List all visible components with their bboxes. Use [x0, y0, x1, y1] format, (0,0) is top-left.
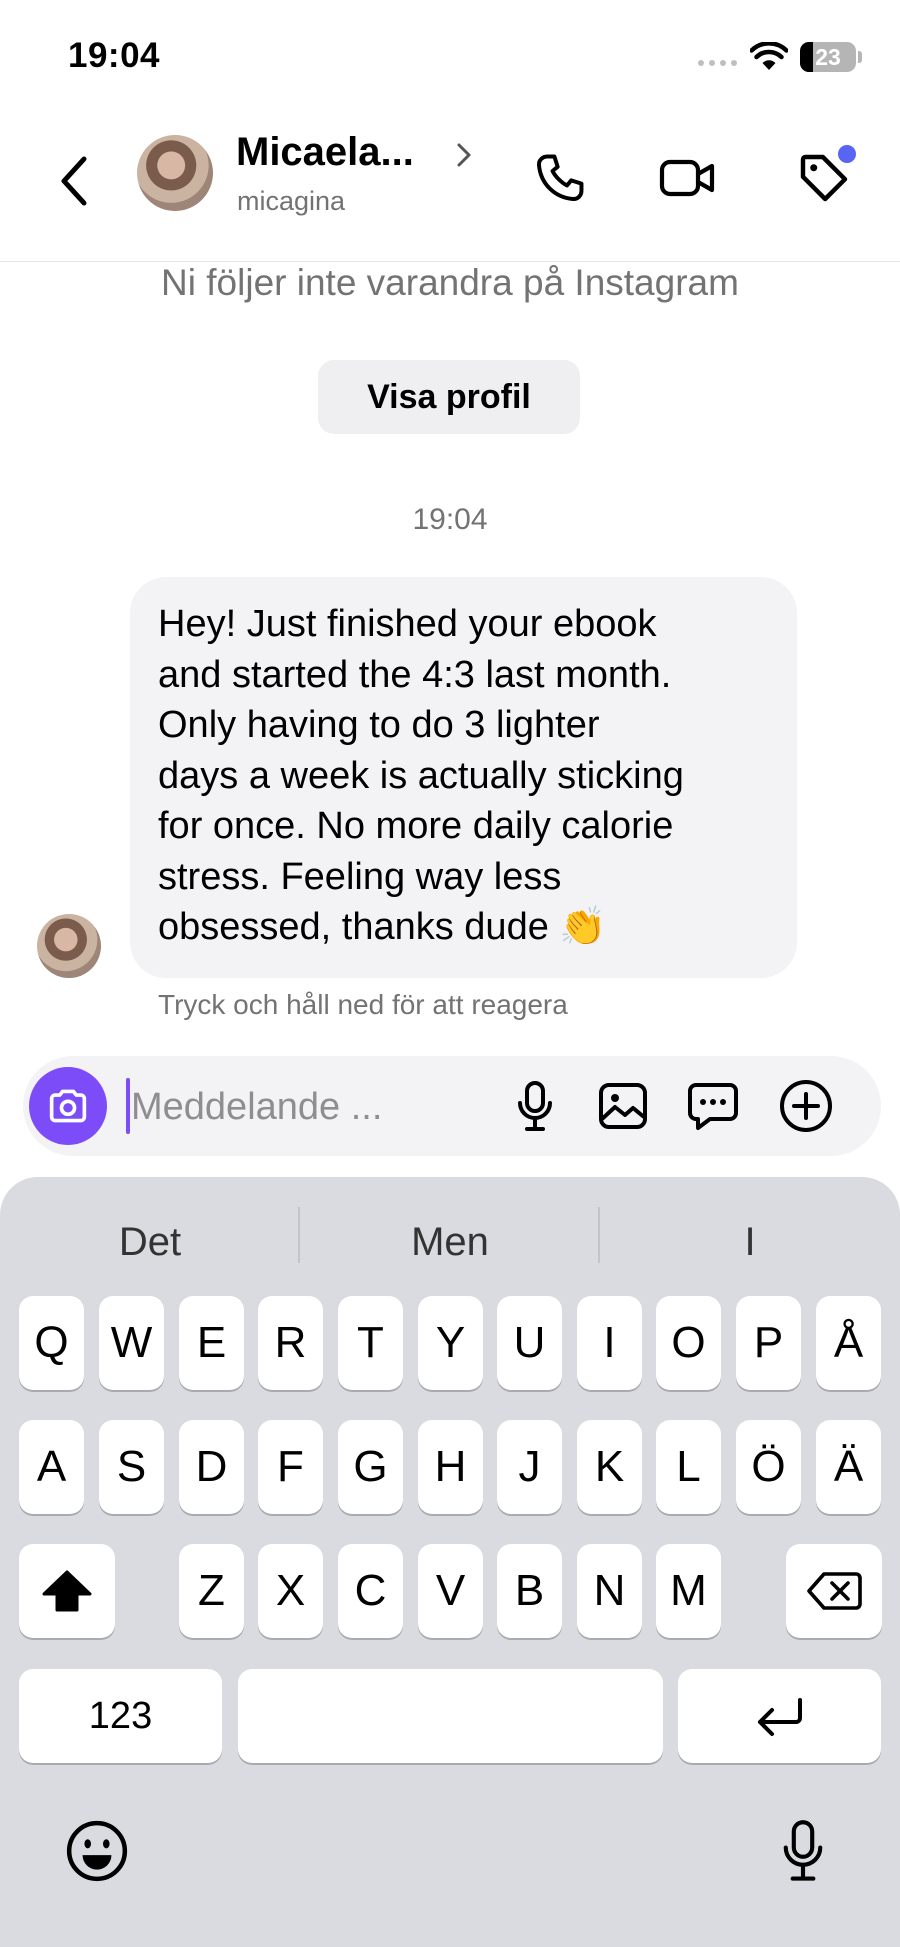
emoji-button[interactable]: [62, 1816, 132, 1886]
key[interactable]: V: [418, 1544, 483, 1638]
key[interactable]: D: [179, 1420, 244, 1514]
notification-dot: [838, 145, 856, 163]
sender-avatar[interactable]: [37, 914, 101, 978]
key[interactable]: H: [418, 1420, 483, 1514]
message-line: and started the 4:3 last month.: [158, 653, 672, 696]
shift-arrow-icon: [42, 1570, 92, 1612]
chevron-right-icon[interactable]: [456, 142, 472, 168]
view-profile-button[interactable]: Visa profil: [318, 360, 580, 434]
return-key[interactable]: [678, 1669, 881, 1763]
contact-avatar[interactable]: [137, 135, 213, 211]
key[interactable]: R: [258, 1296, 323, 1390]
backspace-icon: [807, 1572, 862, 1610]
key[interactable]: P: [736, 1296, 801, 1390]
contact-name[interactable]: Micaela...: [236, 130, 414, 175]
key[interactable]: L: [656, 1420, 721, 1514]
suggestion-2[interactable]: Men: [300, 1207, 600, 1277]
status-time: 19:04: [68, 36, 161, 75]
key[interactable]: M: [656, 1544, 721, 1638]
microphone-icon: [518, 1081, 552, 1131]
space-key[interactable]: [238, 1669, 663, 1763]
key[interactable]: U: [497, 1296, 562, 1390]
video-call-button[interactable]: [656, 146, 720, 210]
key[interactable]: B: [497, 1544, 562, 1638]
wifi-icon: [750, 42, 788, 70]
key[interactable]: A: [19, 1420, 84, 1514]
suggestion-3[interactable]: I: [600, 1207, 900, 1277]
return-arrow-icon: [757, 1698, 802, 1736]
key[interactable]: F: [258, 1420, 323, 1514]
gallery-button[interactable]: [593, 1076, 653, 1136]
key[interactable]: Y: [418, 1296, 483, 1390]
voice-call-button[interactable]: [528, 146, 592, 210]
key[interactable]: Ö: [736, 1420, 801, 1514]
numbers-key[interactable]: 123: [19, 1669, 222, 1763]
key[interactable]: X: [258, 1544, 323, 1638]
message-input[interactable]: [131, 1082, 441, 1132]
cellular-signal-icon: [698, 60, 737, 66]
battery-cap: [858, 51, 862, 63]
message-line: Hey! Just finished your ebook: [158, 603, 657, 645]
dictation-button[interactable]: [768, 1816, 838, 1886]
key[interactable]: G: [338, 1420, 403, 1514]
key[interactable]: W: [99, 1296, 164, 1390]
add-content-button[interactable]: [776, 1076, 836, 1136]
chevron-left-icon: [61, 156, 87, 206]
key[interactable]: J: [497, 1420, 562, 1514]
message-timestamp: 19:04: [412, 503, 488, 536]
message-line: stress. Feeling way less: [158, 855, 562, 898]
shift-key[interactable]: [19, 1544, 115, 1638]
chat-bubble-icon: [688, 1083, 738, 1130]
battery-level: 23: [815, 44, 841, 70]
key[interactable]: I: [577, 1296, 642, 1390]
image-icon: [599, 1083, 647, 1129]
phone-icon: [537, 154, 584, 201]
camera-button[interactable]: [29, 1067, 107, 1145]
key[interactable]: T: [338, 1296, 403, 1390]
message-composer: [23, 1056, 881, 1156]
battery-icon: 23: [800, 42, 856, 72]
camera-icon: [49, 1089, 87, 1123]
video-camera-icon: [659, 159, 715, 197]
microphone-icon: [783, 1820, 823, 1881]
text-cursor: [126, 1078, 130, 1134]
backspace-key[interactable]: [786, 1544, 882, 1638]
key[interactable]: Å: [816, 1296, 881, 1390]
suggestion-1[interactable]: Det: [0, 1207, 300, 1277]
chat-header: Micaela... micagina: [0, 110, 900, 262]
plus-circle-icon: [780, 1080, 832, 1132]
key[interactable]: C: [338, 1544, 403, 1638]
message-line: for once. No more daily calorie: [158, 805, 674, 847]
quick-reply-button[interactable]: [683, 1076, 743, 1136]
back-button[interactable]: [48, 146, 98, 216]
key[interactable]: S: [99, 1420, 164, 1514]
message-bubble[interactable]: Hey! Just finished your ebook and starte…: [130, 577, 797, 978]
react-hint: Tryck och håll ned för att reagera: [158, 989, 568, 1020]
key[interactable]: Q: [19, 1296, 84, 1390]
voice-message-button[interactable]: [505, 1076, 565, 1136]
key[interactable]: E: [179, 1296, 244, 1390]
key[interactable]: Z: [179, 1544, 244, 1638]
contact-username: micagina: [237, 186, 346, 216]
message-line: Only having to do 3 lighter: [158, 704, 600, 746]
status-bar: 19:04 23: [0, 0, 900, 110]
key[interactable]: O: [656, 1296, 721, 1390]
key[interactable]: N: [577, 1544, 642, 1638]
key[interactable]: Ä: [816, 1420, 881, 1514]
message-line: obsessed, thanks dude 👏: [158, 906, 607, 948]
emoji-icon: [66, 1820, 128, 1882]
key[interactable]: K: [577, 1420, 642, 1514]
follow-notice: Ni följer inte varandra på Instagram: [161, 262, 739, 303]
message-line: days a week is actually sticking: [158, 754, 684, 797]
